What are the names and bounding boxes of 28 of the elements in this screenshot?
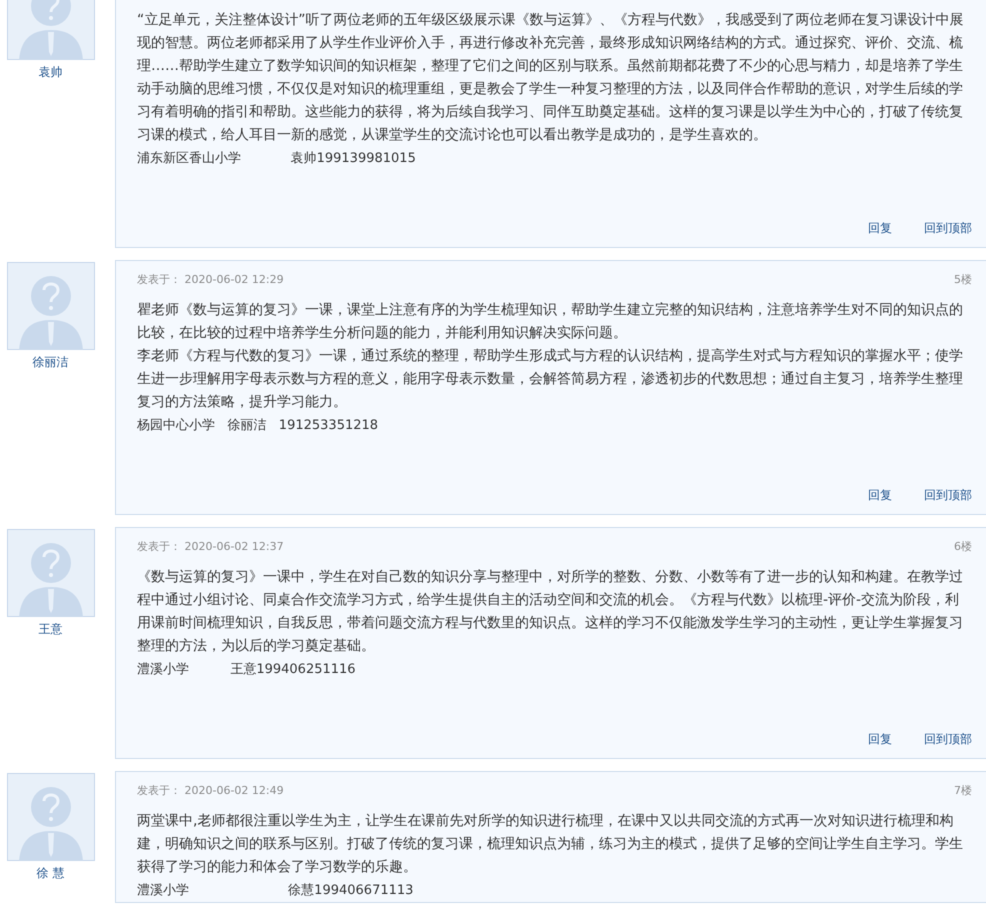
action-link[interactable]: 回复	[868, 731, 892, 748]
post-text: 李老师《方程与代数的复习》一课，通过系统的整理，帮助学生形成式与方程的认识结构，提高学生对式与方程知识的掌握水平；使学生进一步理解用字母表示数与方程的意义，能用字母表示数量，会解答简易方程，渗透初步的代数思想；通过自主复习，培养学生整理复习的方法策略，提升学习能力。	[137, 347, 964, 412]
post-text: 《数与运算的复习》一课中，学生在对自己数的知识分享与整理中，对所学的整数、分数、小数等有了进一步的认知和构建。在教学过程中通过小组讨论、同桌合作交流学习方式，给学生提供自主的活动空间和交流的机会。《方程与代数》以梳理-评价-交流为阶段，利用课前时间梳理知识，自我反思，带着问题交流方程与代数里的知识点。这样的学习不仅能激发学生学习的主动性，更让学生掌握复习整理的方法，为以后的学习奠定基础。	[137, 568, 964, 656]
floor-number: 5楼	[954, 272, 972, 286]
post-signature: 杨园中心小学 徐丽洁 191253351218	[137, 417, 380, 435]
floor-number: 7楼	[954, 782, 972, 798]
action-link[interactable]: 回到顶部	[924, 487, 972, 504]
author-name[interactable]: 徐 慧	[36, 865, 64, 882]
avatar-icon	[6, 773, 94, 861]
post-text: 两堂课中,老师都很注重以学生为主，让学生在课前先对所学的知识进行梳理，在课中又以共同交流的方式再一次对知识进行梳理和构建，明确知识之间的联系与区别。打破了传统的复习课，梳理知识点为辅，练习为主的模式，提供了足够的空间让学生自主学习。学生获得了学习的能力和体会了学习数学的乐趣。	[137, 812, 964, 877]
post-date: 发表于： 2020-06-02 12:29	[137, 272, 284, 286]
post-date: 发表于： 2020-06-02 12:49	[137, 782, 284, 798]
post-date: 发表于： 2020-06-02 12:37	[137, 538, 284, 554]
action-link[interactable]: 回复	[868, 487, 892, 504]
author-name[interactable]: 徐丽洁	[32, 354, 68, 371]
post-text: 瞿老师《数与运算的复习》一课，课堂上注意有序的为学生梳理知识，帮助学生建立完整的知识结构，注意培养学生对不同的知识点的比较，在比较的过程中培养学生分析问题的能力，并能利用知识解决实际问题。	[137, 301, 964, 343]
author-name[interactable]: 王意	[38, 621, 62, 638]
action-link[interactable]: 回到顶部	[924, 220, 972, 237]
action-link[interactable]: 回复	[868, 220, 892, 237]
avatar-icon	[6, 262, 94, 350]
post-signature: 澧溪小学 徐慧199406671113	[137, 882, 414, 900]
floor-number: 6楼	[954, 538, 972, 554]
post-signature: 澧溪小学 王意199406251116	[137, 661, 357, 679]
action-link[interactable]: 回到顶部	[924, 731, 972, 748]
avatar-icon	[6, 529, 94, 617]
post-text: “立足单元，关注整体设计”听了两位老师的五年级区级展示课《数与运算》、《方程与代数》，我感受到了两位老师在复习课设计中展现的智慧。两位老师都采用了从学生作业评价入手，再进行修改补充完善，最终形成知识网络结构的方式。通过探究、评价、交流、梳理……帮助学生建立了数学知识间的知识框架，整理了它们之间的区别与联系。虽然前期都花费了不少的心思与精力，却是培养了学生动手动脑的思维习惯，不仅仅是对知识的梳理重组，更是教会了学生一种复习整理的方法，以及同伴合作帮助的意识，对学生后续的学习有着明确的指引和帮助。这些能力的获得，将为后续自我学习、同伴互助奠定基础。这样的复习课是以学生为中心的，打破了传统复习课的模式，给人耳目一新的感觉，从课堂学生的交流讨论也可以看出教学是成功的，是学生喜欢的。	[137, 11, 965, 145]
post-signature: 浦东新区香山小学 袁帅199139981015	[137, 150, 417, 168]
author-name[interactable]: 袁帅	[38, 64, 62, 81]
